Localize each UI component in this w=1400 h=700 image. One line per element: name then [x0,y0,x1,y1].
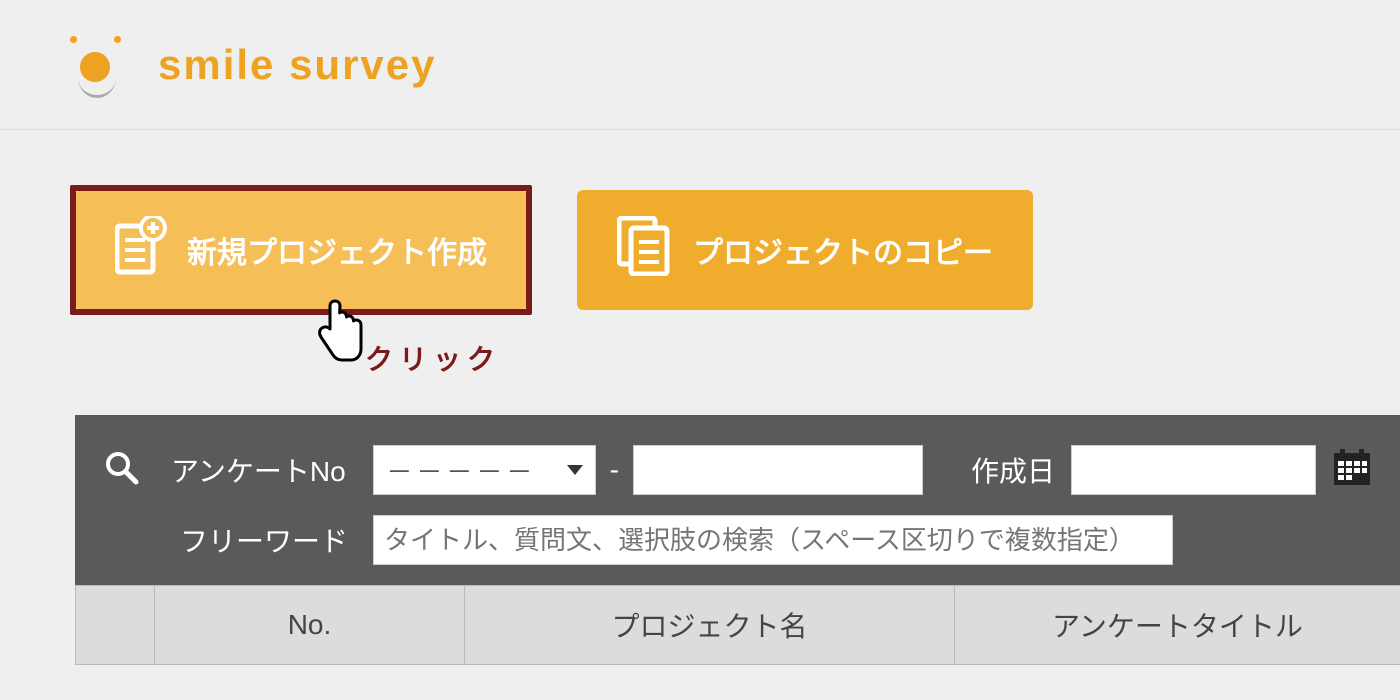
table-header-row: No. プロジェクト名 アンケートタイトル [75,585,1400,665]
created-date-input[interactable] [1071,445,1316,495]
copy-project-button-wrap: プロジェクトのコピー [577,190,1033,310]
search-filter-panel: アンケートNo －－－－－ - 作成日 [75,415,1400,585]
main-area: 新規プロジェクト作成 クリック [0,130,1400,665]
freeword-label: フリーワード [180,520,348,560]
questionnaire-no-input[interactable] [633,445,923,495]
calendar-icon[interactable] [1332,447,1372,494]
new-project-button[interactable]: 新規プロジェクト作成 [75,190,527,310]
copy-project-button-label: プロジェクトのコピー [693,228,993,272]
document-plus-icon [115,216,167,284]
new-project-button-label: 新規プロジェクト作成 [187,228,487,272]
instruction-click-label: クリック [365,338,501,378]
action-buttons-row: 新規プロジェクト作成 クリック [75,190,1400,310]
table-header-no: No. [155,586,465,664]
table-header-blank [75,586,155,664]
freeword-input[interactable] [373,515,1173,565]
document-copy-icon [617,216,673,284]
smile-logo-icon [70,30,140,100]
brand-logo: smile survey [70,30,437,100]
questionnaire-no-select-value: －－－－－ [386,452,536,489]
new-project-button-wrap: 新規プロジェクト作成 クリック [75,190,527,310]
app-header: smile survey [0,0,1400,130]
search-icon [103,449,139,492]
questionnaire-no-select[interactable]: －－－－－ [373,445,595,495]
table-header-questionnaire-title: アンケートタイトル [955,586,1400,664]
chevron-down-icon [567,465,583,475]
table-header-project-name: プロジェクト名 [465,586,955,664]
range-dash: - [606,454,623,486]
brand-name: smile survey [158,41,437,89]
questionnaire-no-label: アンケートNo [171,450,346,490]
copy-project-button[interactable]: プロジェクトのコピー [577,190,1033,310]
created-date-label: 作成日 [971,450,1055,490]
